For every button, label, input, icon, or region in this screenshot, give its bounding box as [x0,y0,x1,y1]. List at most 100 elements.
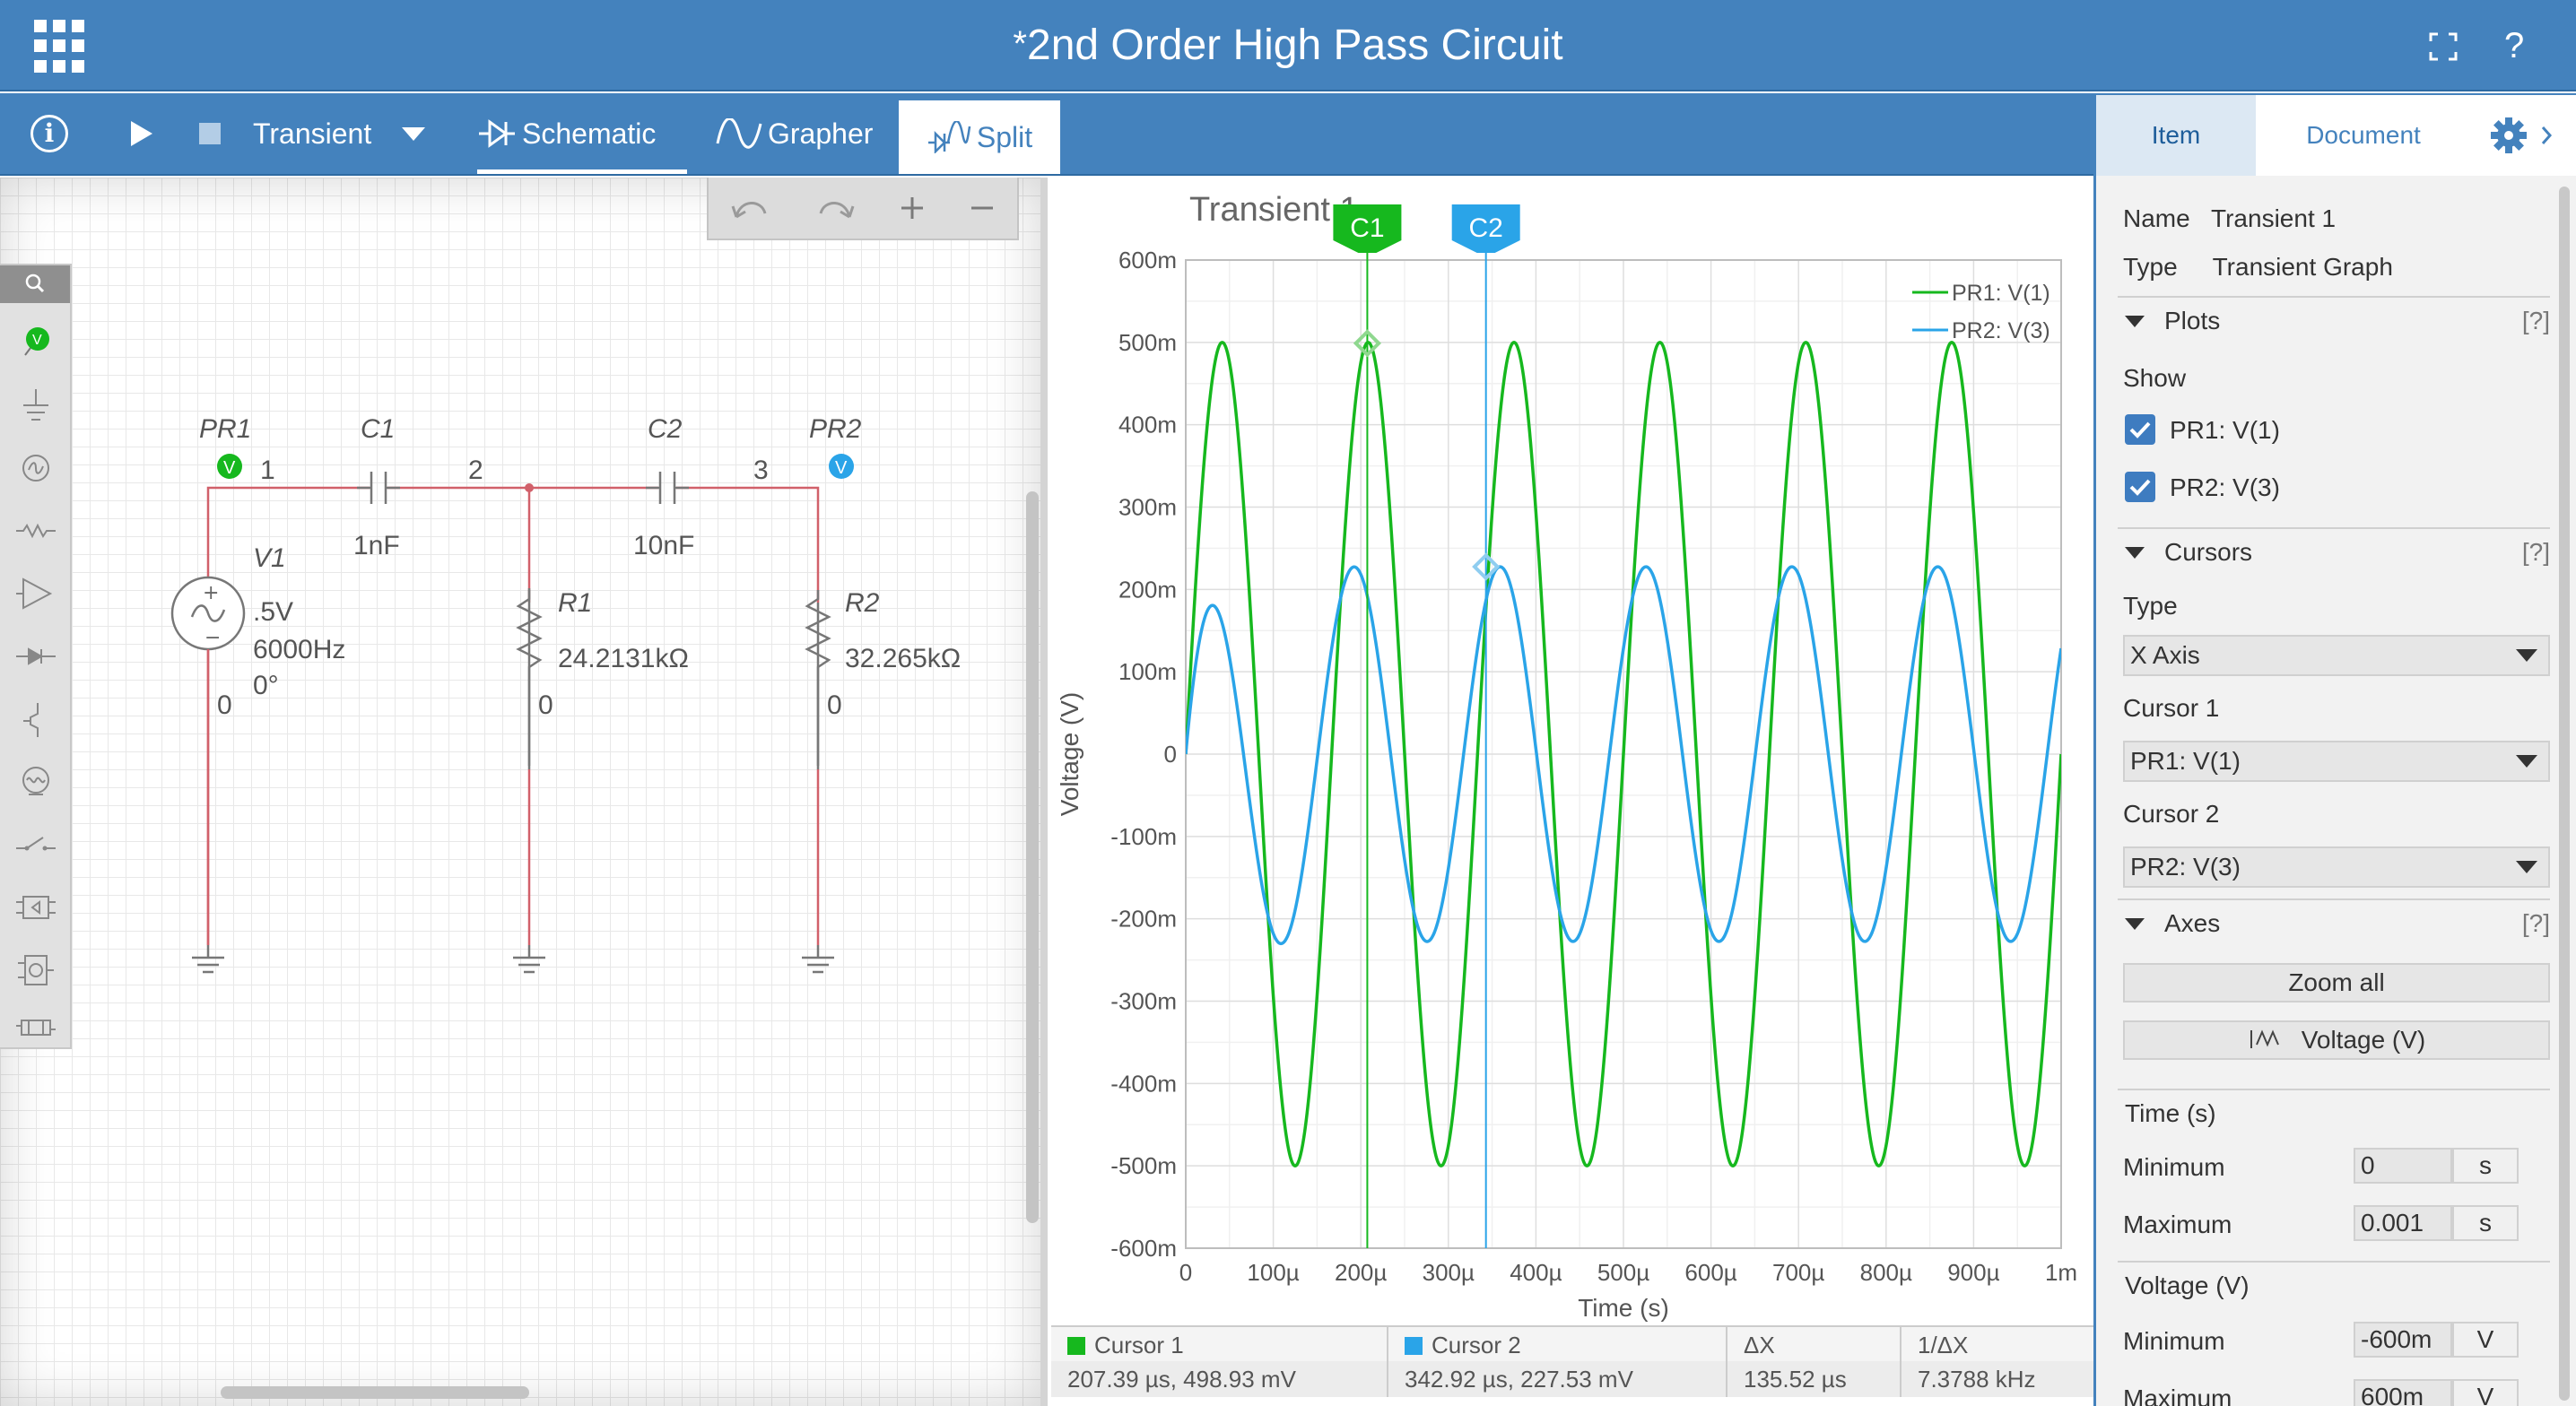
cursors-header-label: Cursors [2164,538,2253,566]
cursor2-header-label: Cursor 2 [1432,1332,1521,1358]
x-tick-label: 700µ [1772,1259,1824,1286]
schematic-drawing: + − V V PR1 1 C1 1nF 2 C2 10nF 3 PR2 V1 … [170,414,961,974]
y-tick-label: 300m [1118,494,1177,521]
undo-icon[interactable] [731,195,770,221]
info-button[interactable]: i [30,93,68,174]
cursor2-value: 342.92 µs, 227.53 mV [1388,1361,1727,1397]
switch-tool-icon[interactable] [16,827,56,863]
run-button[interactable] [129,93,160,174]
plots-help-link[interactable]: [?] [2522,307,2550,335]
ground-v1 [192,945,224,974]
type-row: Type Transient Graph [2123,253,2393,282]
schematic-canvas[interactable]: + − V V PR1 1 C1 1nF 2 C2 10nF 3 PR2 V1 … [0,178,1040,1406]
transient-graph[interactable]: Transient 1 600m 500m 400m 300m 200m 100m 0 -10… [1048,178,2093,1325]
diode-tool-icon[interactable] [16,638,56,674]
palette-search-button[interactable] [0,265,70,303]
resistor-r2-ground-node: 0 [827,690,842,720]
subcircuit-tool-icon[interactable] [16,952,56,988]
zoom-all-button[interactable]: Zoom all [2123,963,2550,1002]
lamp-tool-icon[interactable] [16,764,56,800]
voltage-max-input[interactable]: 600m [2354,1379,2452,1406]
redo-icon[interactable] [815,195,855,221]
tab-schematic[interactable]: Schematic [477,93,687,174]
svg-text:−: − [205,627,221,649]
plot1-checkbox[interactable] [2125,414,2155,445]
tab-item[interactable]: Item [2096,95,2256,176]
time-axis-header: Time (s) [2118,1089,2550,1128]
y-axis-wave-icon [2250,1029,2279,1048]
voltage-axis-header-label: Voltage (V) [2125,1271,2250,1299]
probe-tool-icon[interactable]: V [16,325,56,360]
cursors-section-header[interactable]: Cursors [?] [2118,527,2550,567]
checkmark-icon [2129,479,2151,496]
graph-panel[interactable]: Transient 1 600m 500m 400m 300m 200m 100m 0 -10… [1048,178,2093,1406]
ic-tool-icon[interactable] [16,890,56,925]
cursor-type-value: X Axis [2130,641,2200,669]
ground-tool-icon[interactable] [16,387,56,423]
checkmark-icon [2129,421,2151,438]
fullscreen-icon[interactable] [2429,32,2458,61]
plot1-label: PR1: V(1) [2170,416,2280,444]
analysis-type-select[interactable]: Transient [253,93,426,174]
source-v1-ground-node: 0 [217,690,232,720]
plots-header-label: Plots [2164,307,2221,334]
voltage-min-input[interactable]: -600m [2354,1322,2452,1358]
schematic-horizontal-scrollbar[interactable] [221,1386,529,1399]
x-tick-label: 900µ [1947,1259,1999,1286]
connector-tool-icon[interactable] [16,1010,56,1046]
cursor1-select[interactable]: PR1: V(1) [2123,741,2550,782]
diode-icon [479,119,515,148]
play-icon [131,121,152,146]
capacitor-c2-value: 10nF [633,531,694,560]
plots-section-header[interactable]: Plots [?] [2118,296,2550,335]
x-axis-label: Time (s) [1578,1294,1669,1322]
capacitor-c1 [357,472,400,504]
node-3-label: 3 [753,456,769,485]
y-axis-ticks: 600m 500m 400m 300m 200m 100m 0 -100m -200m -300m… [1110,247,1177,1262]
source-tool-icon[interactable] [16,450,56,486]
plot2-checkbox[interactable] [2125,472,2155,502]
cursor-type-select[interactable]: X Axis [2123,635,2550,676]
tab-document[interactable]: Document [2256,95,2471,176]
time-max-input[interactable]: 0.001 [2354,1205,2452,1241]
y-axis-button[interactable]: Voltage (V) [2123,1020,2550,1060]
voltage-min-label: Minimum [2123,1327,2225,1355]
y-tick-label: -300m [1110,988,1177,1015]
time-max-label: Maximum [2123,1211,2232,1238]
x-tick-label: 1m [2045,1259,2077,1286]
time-max-unit: s [2452,1205,2519,1241]
zoom-in-icon[interactable] [900,195,925,221]
svg-text:+: + [203,582,219,604]
tab-grapher[interactable]: Grapher [716,93,895,174]
ground-r1 [513,945,545,974]
cursor2-select[interactable]: PR2: V(3) [2123,846,2550,888]
capacitor-c2 [646,472,689,504]
x-axis-ticks: 0 100µ 200µ 300µ 400µ 500µ 600µ 700µ 800µ 900µ 1m [1179,1259,2077,1286]
delta-x-value: 135.52 µs [1727,1361,1902,1397]
help-icon[interactable]: ? [2504,23,2524,68]
transistor-tool-icon[interactable] [16,701,56,737]
amplifier-tool-icon[interactable] [16,576,56,612]
split-divider[interactable] [1040,178,1048,1406]
cursors-help-link[interactable]: [?] [2522,538,2550,567]
tab-split[interactable]: Split [899,100,1060,174]
tab-settings[interactable] [2471,95,2576,176]
properties-scrollbar[interactable] [2559,187,2570,1401]
y-axis-button-label: Voltage (V) [2301,1026,2426,1054]
stop-button[interactable] [199,93,221,174]
axes-help-link[interactable]: [?] [2522,909,2550,938]
time-min-unit: s [2452,1148,2519,1184]
schematic-vertical-scrollbar[interactable] [1026,491,1039,1223]
x-tick-label: 500µ [1597,1259,1649,1286]
y-tick-label: 600m [1118,247,1177,273]
axes-section-header[interactable]: Axes [?] [2118,898,2550,938]
zoom-out-icon[interactable] [970,195,995,221]
time-min-input[interactable]: 0 [2354,1148,2452,1184]
wire-node1 [206,486,370,945]
info-icon: i [30,115,68,152]
cursor1-select-value: PR1: V(1) [2130,747,2241,775]
inverse-delta-x-value: 7.3788 kHz [1918,1366,2036,1393]
cursor-flag-label-1: C1 [1350,213,1384,243]
source-v1-frequency: 6000Hz [253,635,345,664]
resistor-tool-icon[interactable] [16,513,56,549]
